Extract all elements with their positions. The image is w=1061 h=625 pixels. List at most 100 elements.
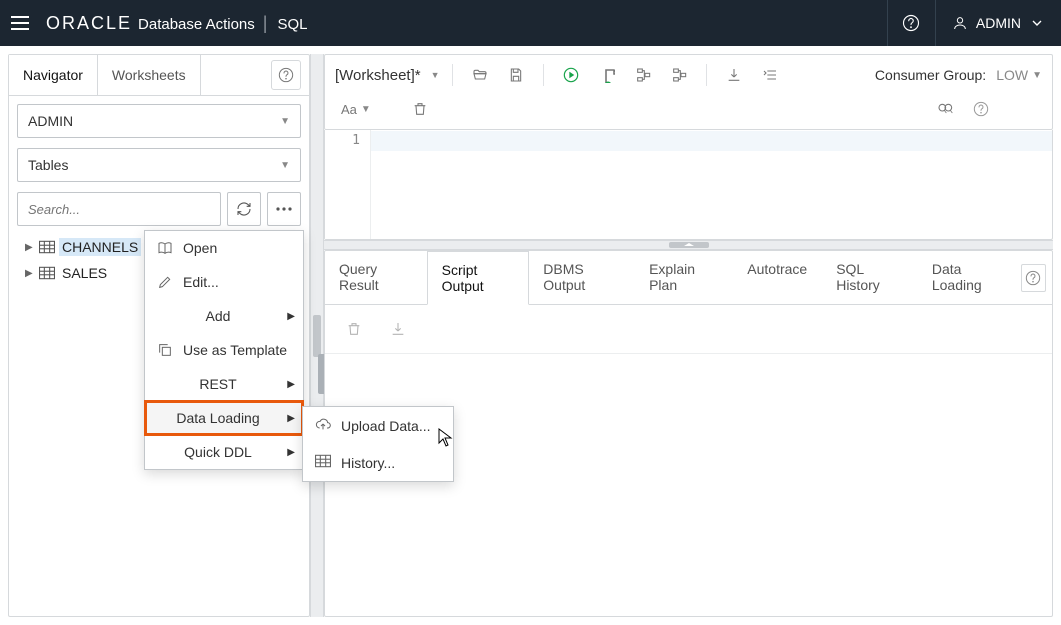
brand-block: ORACLE Database Actions | SQL	[46, 13, 307, 34]
sql-editor[interactable]: 1	[324, 130, 1053, 240]
download-output-button[interactable]	[383, 315, 413, 343]
context-menu-open[interactable]: Open	[145, 231, 303, 265]
context-menu-label: Add	[206, 308, 231, 324]
context-menu-add[interactable]: Add ▶	[145, 299, 303, 333]
results-help-button[interactable]	[1021, 264, 1046, 292]
table-icon	[315, 453, 331, 472]
consumer-group-value: LOW	[996, 67, 1028, 83]
context-menu-label: Use as Template	[183, 342, 287, 358]
tab-data-loading[interactable]: Data Loading	[918, 251, 1021, 304]
splitter-handle[interactable]	[669, 242, 709, 248]
product-name: Database Actions	[138, 16, 255, 33]
tree-item-label: SALES	[59, 264, 110, 282]
collapse-grip[interactable]	[318, 354, 324, 394]
context-menu-edit[interactable]: Edit...	[145, 265, 303, 299]
chevron-down-icon[interactable]: ▼	[431, 70, 440, 80]
submenu-label: History...	[341, 455, 395, 471]
pencil-icon	[157, 274, 173, 290]
consumer-group-label: Consumer Group:	[875, 67, 986, 83]
submenu-history[interactable]: History...	[303, 444, 453, 481]
schema-select-value: ADMIN	[28, 113, 73, 129]
copy-icon	[157, 342, 173, 358]
context-menu-quick-ddl[interactable]: Quick DDL ▶	[145, 435, 303, 469]
schema-select[interactable]: ADMIN ▼	[17, 104, 301, 138]
brand-logo-text: ORACLE	[46, 13, 132, 34]
results-tabs: Query Result Script Output DBMS Output E…	[325, 251, 1052, 305]
breadcrumb-separator: |	[263, 13, 270, 34]
table-icon	[39, 266, 55, 280]
download-button[interactable]	[719, 61, 749, 89]
save-file-button[interactable]	[501, 61, 531, 89]
refresh-button[interactable]	[227, 192, 261, 226]
more-options-button[interactable]	[267, 192, 301, 226]
tab-worksheets[interactable]: Worksheets	[98, 55, 201, 95]
chevron-down-icon: ▼	[280, 160, 290, 171]
tab-dbms-output[interactable]: DBMS Output	[529, 251, 635, 304]
run-script-button[interactable]	[592, 61, 622, 89]
context-menu-data-loading[interactable]: Data Loading ▶	[145, 401, 303, 435]
autotrace-button[interactable]	[664, 61, 694, 89]
submenu-arrow-icon: ▶	[287, 379, 295, 390]
submenu-arrow-icon: ▶	[287, 447, 295, 458]
submenu-arrow-icon: ▶	[287, 311, 295, 322]
editor-current-line[interactable]	[371, 131, 1052, 151]
context-menu-use-as-template[interactable]: Use as Template	[145, 333, 303, 367]
toolbar-help-button[interactable]	[966, 95, 996, 123]
object-type-select[interactable]: Tables ▼	[17, 148, 301, 182]
hamburger-menu-button[interactable]	[0, 0, 40, 46]
sidebar-tabs: Navigator Worksheets	[9, 55, 309, 96]
chevron-down-icon: ▼	[1032, 70, 1042, 81]
format-button[interactable]	[755, 61, 785, 89]
tab-navigator[interactable]: Navigator	[9, 55, 98, 95]
vertical-splitter[interactable]	[310, 54, 324, 617]
editor-gutter: 1	[325, 130, 371, 239]
expand-caret-icon[interactable]: ▶	[25, 268, 35, 279]
context-menu-label: Edit...	[183, 274, 219, 290]
expand-caret-icon[interactable]: ▶	[25, 242, 35, 253]
consumer-group-select[interactable]: LOW ▼	[996, 67, 1042, 83]
horizontal-splitter[interactable]	[324, 240, 1053, 250]
main-panel: [Worksheet]* ▼ Consumer Group: LOW ▼	[324, 54, 1053, 617]
tab-query-result[interactable]: Query Result	[325, 251, 427, 304]
cloud-upload-icon	[315, 416, 331, 435]
context-menu-label: Data Loading	[176, 410, 259, 426]
results-toolbar	[325, 305, 1052, 354]
editor-toolbar: [Worksheet]* ▼ Consumer Group: LOW ▼	[324, 54, 1053, 130]
context-menu-label: REST	[199, 376, 236, 392]
user-name: ADMIN	[976, 15, 1021, 31]
context-menu: Open Edit... Add ▶ Use as Template REST …	[144, 230, 304, 470]
data-loading-submenu: Upload Data... History...	[302, 406, 454, 482]
tab-script-output[interactable]: Script Output	[427, 251, 530, 305]
user-menu-button[interactable]: ADMIN	[935, 0, 1061, 46]
line-number: 1	[352, 133, 360, 148]
chevron-down-icon: ▼	[361, 104, 371, 115]
context-menu-rest[interactable]: REST ▶	[145, 367, 303, 401]
submenu-label: Upload Data...	[341, 418, 431, 434]
find-button[interactable]	[930, 95, 960, 123]
worksheet-name[interactable]: [Worksheet]*	[335, 67, 423, 84]
top-bar: ORACLE Database Actions | SQL ADMIN	[0, 0, 1061, 46]
context-menu-label: Quick DDL	[184, 444, 252, 460]
tab-explain-plan[interactable]: Explain Plan	[635, 251, 733, 304]
search-input[interactable]	[17, 192, 221, 226]
context-menu-label: Open	[183, 240, 217, 256]
tree-item-label: CHANNELS	[59, 238, 141, 256]
object-type-value: Tables	[28, 157, 68, 173]
sidebar-help-button[interactable]	[271, 60, 301, 90]
section-name: SQL	[277, 16, 307, 33]
splitter-handle[interactable]	[313, 315, 321, 357]
submenu-arrow-icon: ▶	[287, 413, 295, 424]
open-file-button[interactable]	[465, 61, 495, 89]
clear-button[interactable]	[405, 95, 435, 123]
explain-plan-button[interactable]	[628, 61, 658, 89]
chevron-down-icon: ▼	[280, 116, 290, 127]
table-icon	[39, 240, 55, 254]
tab-autotrace[interactable]: Autotrace	[733, 251, 822, 304]
font-size-button[interactable]: Aa▼	[335, 95, 377, 123]
help-button[interactable]	[887, 0, 935, 46]
submenu-upload-data[interactable]: Upload Data...	[303, 407, 453, 444]
run-statement-button[interactable]	[556, 61, 586, 89]
book-open-icon	[157, 240, 173, 256]
tab-sql-history[interactable]: SQL History	[822, 251, 918, 304]
clear-output-button[interactable]	[339, 315, 369, 343]
